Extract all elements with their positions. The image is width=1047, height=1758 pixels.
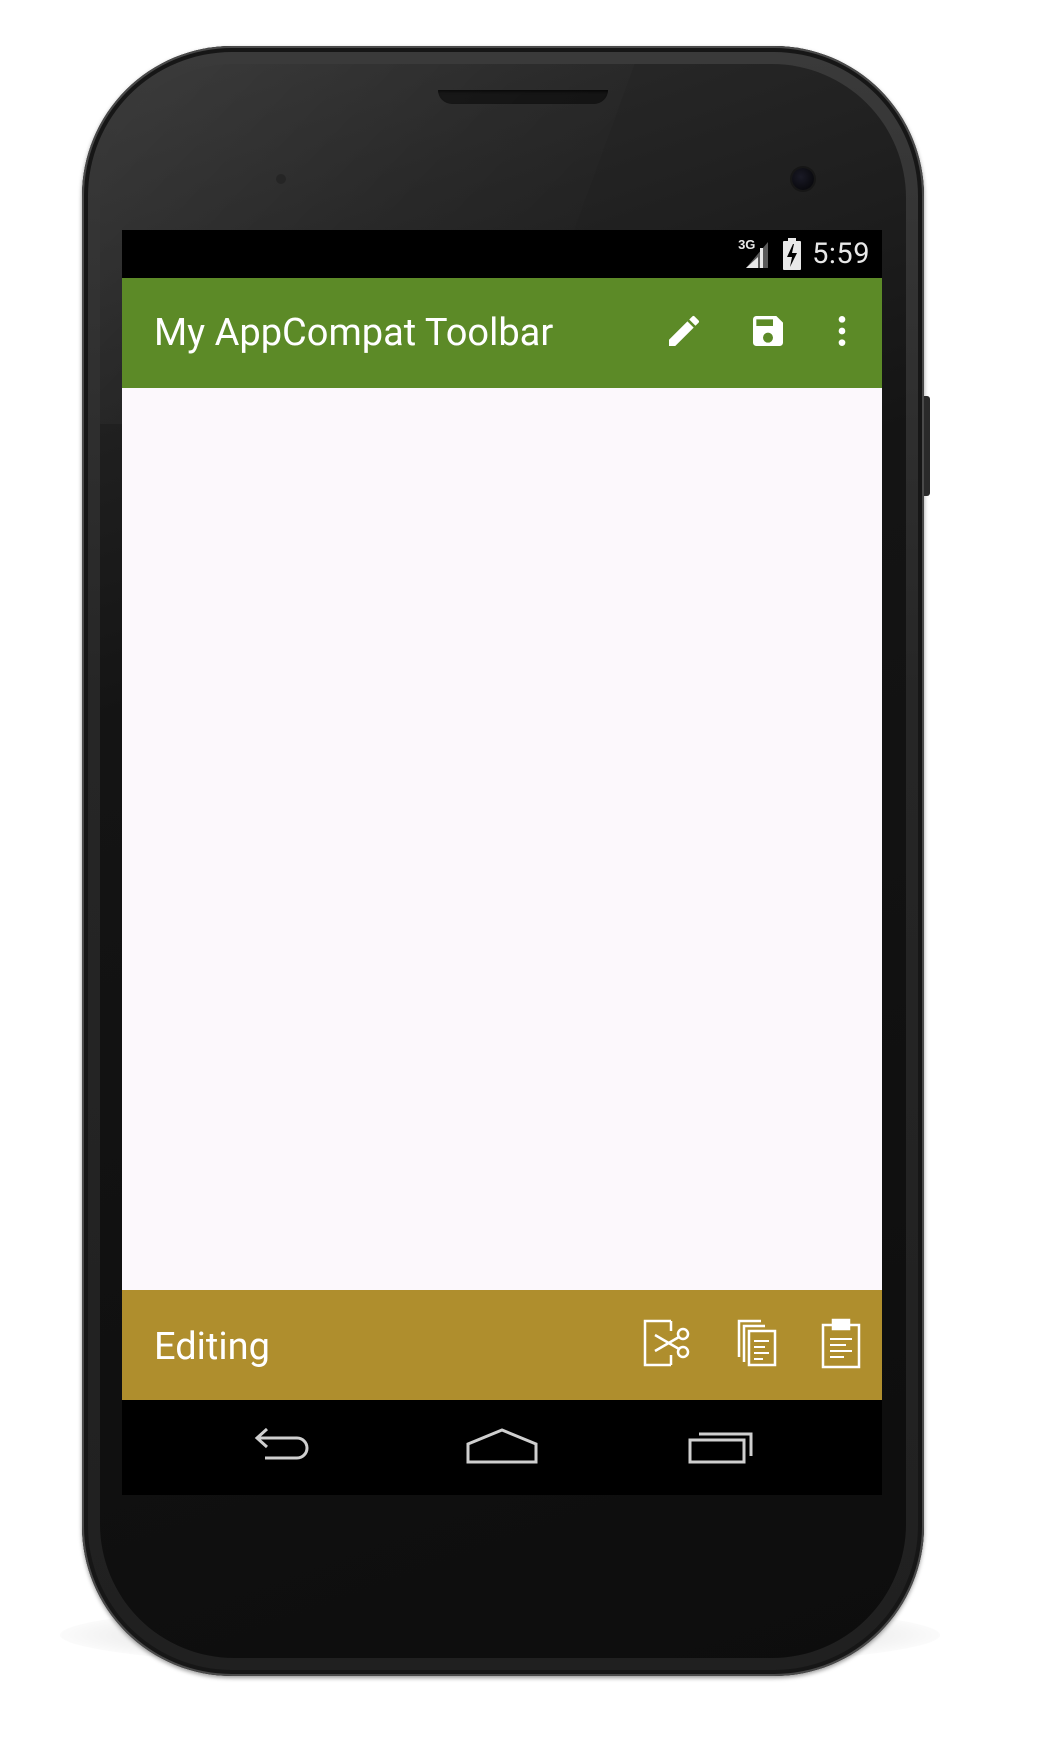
top-toolbar: My AppCompat Toolbar <box>122 278 882 388</box>
content-area <box>122 388 882 1290</box>
back-button[interactable] <box>210 1400 350 1495</box>
save-button[interactable] <box>728 278 808 388</box>
cut-button[interactable] <box>627 1290 707 1400</box>
save-floppy-icon <box>748 311 788 355</box>
toolbar-title: My AppCompat Toolbar <box>154 311 554 355</box>
back-arrow-icon <box>245 1426 315 1470</box>
signal-3g-icon: 3G <box>738 238 772 270</box>
edit-pencil-icon <box>664 311 704 355</box>
status-bar: 3G 5:59 <box>122 230 882 278</box>
cut-scissors-icon <box>641 1317 693 1373</box>
front-camera <box>792 168 814 190</box>
battery-charging-icon <box>782 238 802 270</box>
paste-clipboard-icon <box>819 1317 863 1373</box>
copy-icon <box>735 1317 779 1373</box>
power-button <box>924 396 930 496</box>
status-icons: 3G 5:59 <box>738 230 870 278</box>
overflow-menu-icon <box>822 311 862 355</box>
bottom-toolbar: Editing <box>122 1290 882 1400</box>
earpiece-speaker <box>438 90 608 104</box>
home-icon <box>465 1426 539 1470</box>
bottom-toolbar-title: Editing <box>154 1325 270 1369</box>
overflow-menu-button[interactable] <box>802 278 882 388</box>
recent-apps-button[interactable] <box>652 1400 792 1495</box>
home-button[interactable] <box>432 1400 572 1495</box>
paste-button[interactable] <box>801 1290 881 1400</box>
copy-button[interactable] <box>717 1290 797 1400</box>
device-screen: 3G 5:59 My AppCompat Toolbar Editing <box>122 230 882 1495</box>
navigation-bar <box>122 1400 882 1495</box>
recent-apps-icon <box>687 1426 757 1470</box>
status-clock: 5:59 <box>812 237 870 271</box>
proximity-sensor <box>276 174 286 184</box>
edit-button[interactable] <box>644 278 724 388</box>
